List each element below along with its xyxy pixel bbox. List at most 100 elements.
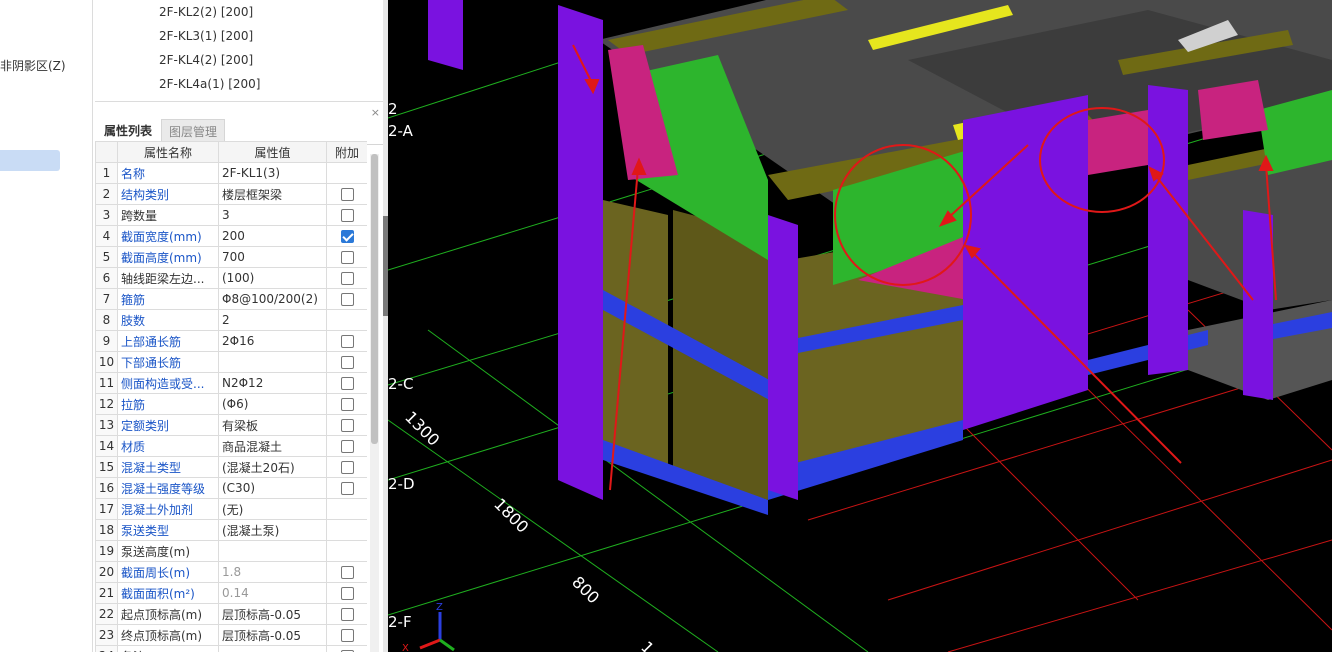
attach-cell xyxy=(326,288,367,310)
attach-cell xyxy=(326,246,367,268)
table-row[interactable]: 9 上部通长筋 2Φ16 xyxy=(95,330,367,352)
row-index: 22 xyxy=(95,603,118,625)
attach-checkbox[interactable] xyxy=(340,335,354,348)
tree-item[interactable]: 2F-KL3(1) [200] xyxy=(159,29,253,43)
attach-checkbox[interactable] xyxy=(340,251,354,264)
table-row[interactable]: 18 泵送类型 (混凝土泵) xyxy=(95,519,367,541)
table-row[interactable]: 5 截面高度(mm) 700 xyxy=(95,246,367,268)
property-value[interactable] xyxy=(218,645,327,652)
attach-checkbox[interactable] xyxy=(340,587,354,600)
table-row[interactable]: 2 结构类别 楼层框架梁 xyxy=(95,183,367,205)
non-shadow-zone-option[interactable]: 非阴影区(Z) xyxy=(0,57,66,74)
table-row[interactable]: 21 截面面积(m²) 0.14 xyxy=(95,582,367,604)
table-row[interactable]: 15 混凝土类型 (混凝土20石) xyxy=(95,456,367,478)
property-value[interactable]: (无) xyxy=(218,498,327,520)
property-name: 截面高度(mm) xyxy=(117,246,219,268)
table-header-row: 属性名称 属性值 附加 xyxy=(95,141,367,163)
gizmo-x-label: X xyxy=(402,643,409,652)
3d-model-viewport[interactable]: 2-A 2-C 2-D 2-F 2 1300 1800 800 1 Z X xyxy=(388,0,1332,652)
table-row[interactable]: 19 泵送高度(m) xyxy=(95,540,367,562)
attach-checkbox[interactable] xyxy=(340,377,354,390)
property-value[interactable]: (Φ6) xyxy=(218,393,327,415)
table-row[interactable]: 16 混凝土强度等级 (C30) xyxy=(95,477,367,499)
property-value[interactable]: Φ8@100/200(2) xyxy=(218,288,327,310)
property-value[interactable]: 层顶标高-0.05 xyxy=(218,624,327,646)
vertical-scrollbar[interactable] xyxy=(370,154,379,652)
attach-checkbox[interactable] xyxy=(340,629,354,642)
row-index: 3 xyxy=(95,204,118,226)
attach-checkbox[interactable] xyxy=(340,608,354,621)
row-index: 2 xyxy=(95,183,118,205)
property-value[interactable]: N2Φ12 xyxy=(218,372,327,394)
property-value[interactable]: 3 xyxy=(218,204,327,226)
attach-cell xyxy=(326,393,367,415)
attach-checkbox[interactable] xyxy=(340,230,354,243)
property-value[interactable]: (混凝土泵) xyxy=(218,519,327,541)
property-value[interactable]: 商品混凝土 xyxy=(218,435,327,457)
row-index: 4 xyxy=(95,225,118,247)
attach-cell xyxy=(326,414,367,436)
table-row[interactable]: 14 材质 商品混凝土 xyxy=(95,435,367,457)
scrollbar-thumb[interactable] xyxy=(371,154,378,444)
table-row[interactable]: 13 定额类别 有梁板 xyxy=(95,414,367,436)
tree-item[interactable]: 2F-KL4(2) [200] xyxy=(159,53,253,67)
table-row[interactable]: 4 截面宽度(mm) 200 xyxy=(95,225,367,247)
attach-checkbox[interactable] xyxy=(340,482,354,495)
property-value[interactable]: 700 xyxy=(218,246,327,268)
row-index: 8 xyxy=(95,309,118,331)
property-value[interactable]: (100) xyxy=(218,267,327,289)
attach-checkbox[interactable] xyxy=(340,440,354,453)
row-index: 5 xyxy=(95,246,118,268)
table-row[interactable]: 1 名称 2F-KL1(3) xyxy=(95,162,367,184)
attach-cell xyxy=(326,309,367,331)
property-name: 备注 xyxy=(117,645,219,652)
row-index: 1 xyxy=(95,162,118,184)
table-row[interactable]: 20 截面周长(m) 1.8 xyxy=(95,561,367,583)
row-index: 23 xyxy=(95,624,118,646)
property-value[interactable] xyxy=(218,540,327,562)
selected-option-highlight[interactable] xyxy=(0,150,60,171)
attach-cell xyxy=(326,477,367,499)
property-value[interactable]: 200 xyxy=(218,225,327,247)
attach-checkbox[interactable] xyxy=(340,398,354,411)
property-value[interactable]: 楼层框架梁 xyxy=(218,183,327,205)
attach-checkbox[interactable] xyxy=(340,188,354,201)
table-row[interactable]: 23 终点顶标高(m) 层顶标高-0.05 xyxy=(95,624,367,646)
property-value[interactable]: (C30) xyxy=(218,477,327,499)
property-value[interactable]: 层顶标高-0.05 xyxy=(218,603,327,625)
property-value[interactable]: 2Φ16 xyxy=(218,330,327,352)
property-name: 截面宽度(mm) xyxy=(117,225,219,247)
table-row[interactable]: 22 起点顶标高(m) 层顶标高-0.05 xyxy=(95,603,367,625)
attach-cell xyxy=(326,162,367,184)
table-row[interactable]: 6 轴线距梁左边... (100) xyxy=(95,267,367,289)
table-row[interactable]: 10 下部通长筋 xyxy=(95,351,367,373)
component-tree: 2F-KL2(2) [200] 2F-KL3(1) [200] 2F-KL4(2… xyxy=(95,0,383,102)
close-icon[interactable]: × xyxy=(371,106,380,119)
row-index: 6 xyxy=(95,267,118,289)
attach-checkbox[interactable] xyxy=(340,356,354,369)
property-value[interactable]: (混凝土20石) xyxy=(218,456,327,478)
tree-item[interactable]: 2F-KL2(2) [200] xyxy=(159,5,253,19)
attach-checkbox[interactable] xyxy=(340,272,354,285)
property-value[interactable]: 2F-KL1(3) xyxy=(218,162,327,184)
tree-item[interactable]: 2F-KL4a(1) [200] xyxy=(159,77,261,91)
property-value[interactable]: 0.14 xyxy=(218,582,327,604)
table-row[interactable]: 3 跨数量 3 xyxy=(95,204,367,226)
attach-checkbox[interactable] xyxy=(340,293,354,306)
property-value[interactable] xyxy=(218,351,327,373)
property-name: 名称 xyxy=(117,162,219,184)
table-row[interactable]: 12 拉筋 (Φ6) xyxy=(95,393,367,415)
table-row[interactable]: 11 侧面构造或受... N2Φ12 xyxy=(95,372,367,394)
property-value[interactable]: 2 xyxy=(218,309,327,331)
table-row[interactable]: 7 箍筋 Φ8@100/200(2) xyxy=(95,288,367,310)
attach-checkbox[interactable] xyxy=(340,209,354,222)
property-value[interactable]: 有梁板 xyxy=(218,414,327,436)
table-row[interactable]: 24备注 xyxy=(95,645,367,652)
attach-checkbox[interactable] xyxy=(340,419,354,432)
attach-checkbox[interactable] xyxy=(340,566,354,579)
property-table-container: 属性名称 属性值 附加 1 名称 2F-KL1(3) 2 结构类别 楼层框架梁 3 跨数量 3 4… xyxy=(95,141,367,652)
table-row[interactable]: 17 混凝土外加剂 (无) xyxy=(95,498,367,520)
property-value[interactable]: 1.8 xyxy=(218,561,327,583)
attach-checkbox[interactable] xyxy=(340,461,354,474)
table-row[interactable]: 8 肢数 2 xyxy=(95,309,367,331)
